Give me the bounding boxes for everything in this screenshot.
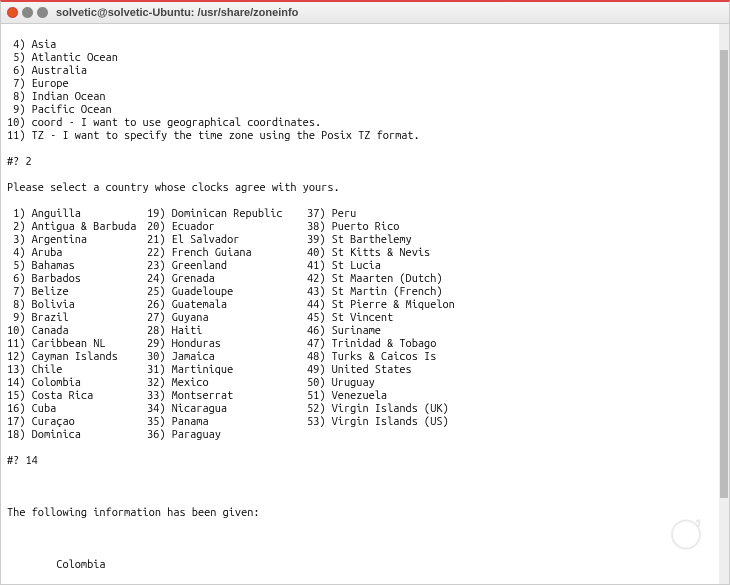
watermark-icon [624, 494, 711, 574]
country-row: 14) Colombia32) Mexico50) Uruguay [7, 377, 723, 390]
output-line: #? 14 [7, 455, 723, 468]
country-row: 18) Dominica36) Paraguay [7, 429, 723, 442]
country-cell: 12) Cayman Islands [7, 351, 147, 364]
country-cell: 7) Belize [7, 286, 147, 299]
country-row: 13) Chile31) Martinique49) United States [7, 364, 723, 377]
country-cell: 28) Haiti [147, 325, 307, 338]
country-cell: 47) Trinidad & Tobago [307, 338, 723, 351]
country-cell: 18) Dominica [7, 429, 147, 442]
country-cell: 11) Caribbean NL [7, 338, 147, 351]
country-row: 6) Barbados24) Grenada42) St Maarten (Du… [7, 273, 723, 286]
terminal-body[interactable]: 4) Asia 5) Atlantic Ocean 6) Australia 7… [1, 24, 729, 584]
country-cell: 2) Antigua & Barbuda [7, 221, 147, 234]
country-cell: 24) Grenada [147, 273, 307, 286]
country-cell: 4) Aruba [7, 247, 147, 260]
country-cell: 10) Canada [7, 325, 147, 338]
country-cell: 6) Barbados [7, 273, 147, 286]
country-cell: 36) Paraguay [147, 429, 307, 442]
country-cell: 37) Peru [307, 208, 723, 221]
country-cell: 50) Uruguay [307, 377, 723, 390]
country-cell: 1) Anguilla [7, 208, 147, 221]
country-cell [307, 429, 723, 442]
country-cell: 19) Dominican Republic [147, 208, 307, 221]
country-cell: 40) St Kitts & Nevis [307, 247, 723, 260]
country-cell: 21) El Salvador [147, 234, 307, 247]
country-cell: 39) St Barthelemy [307, 234, 723, 247]
country-cell: 17) Curaçao [7, 416, 147, 429]
country-row: 5) Bahamas23) Greenland41) St Lucia [7, 260, 723, 273]
output-line: The following information has been given… [7, 507, 723, 520]
country-cell: 32) Mexico [147, 377, 307, 390]
country-cell: 5) Bahamas [7, 260, 147, 273]
country-cell: 16) Cuba [7, 403, 147, 416]
close-icon[interactable] [7, 7, 18, 18]
scrollbar[interactable] [719, 24, 729, 584]
country-row: 2) Antigua & Barbuda20) Ecuador38) Puert… [7, 221, 723, 234]
output-line: 9) Pacific Ocean [7, 104, 723, 117]
output-line: 10) coord - I want to use geographical c… [7, 117, 723, 130]
output-line: 4) Asia [7, 39, 723, 52]
country-cell: 52) Virgin Islands (UK) [307, 403, 723, 416]
country-cell: 8) Bolivia [7, 299, 147, 312]
country-cell: 9) Brazil [7, 312, 147, 325]
country-cell: 25) Guadeloupe [147, 286, 307, 299]
country-row: 1) Anguilla19) Dominican Republic37) Per… [7, 208, 723, 221]
country-row: 10) Canada28) Haiti46) Suriname [7, 325, 723, 338]
output-line: Please select a country whose clocks agr… [7, 182, 723, 195]
country-row: 11) Caribbean NL29) Honduras47) Trinidad… [7, 338, 723, 351]
output-line: #? 2 [7, 156, 723, 169]
output-line: 11) TZ - I want to specify the time zone… [7, 130, 723, 143]
country-row: 4) Aruba22) French Guiana40) St Kitts & … [7, 247, 723, 260]
country-cell: 26) Guatemala [147, 299, 307, 312]
country-cell: 20) Ecuador [147, 221, 307, 234]
blank-line [7, 533, 723, 546]
country-cell: 30) Jamaica [147, 351, 307, 364]
country-cell: 41) St Lucia [307, 260, 723, 273]
output-line: 8) Indian Ocean [7, 91, 723, 104]
country-cell: 46) Suriname [307, 325, 723, 338]
country-cell: 15) Costa Rica [7, 390, 147, 403]
country-cell: 27) Guyana [147, 312, 307, 325]
country-cell: 44) St Pierre & Miquelon [307, 299, 723, 312]
country-cell: 34) Nicaragua [147, 403, 307, 416]
maximize-icon[interactable] [37, 7, 48, 18]
country-row: 12) Cayman Islands30) Jamaica48) Turks &… [7, 351, 723, 364]
output-line: 6) Australia [7, 65, 723, 78]
minimize-icon[interactable] [22, 7, 33, 18]
output-line: 7) Europe [7, 78, 723, 91]
country-cell: 13) Chile [7, 364, 147, 377]
country-cell: 42) St Maarten (Dutch) [307, 273, 723, 286]
country-row: 7) Belize25) Guadeloupe43) St Martin (Fr… [7, 286, 723, 299]
country-cell: 14) Colombia [7, 377, 147, 390]
country-cell: 48) Turks & Caicos Is [307, 351, 723, 364]
country-cell: 31) Martinique [147, 364, 307, 377]
country-row: 9) Brazil27) Guyana45) St Vincent [7, 312, 723, 325]
country-row: 3) Argentina21) El Salvador39) St Barthe… [7, 234, 723, 247]
country-cell: 23) Greenland [147, 260, 307, 273]
country-cell: 38) Puerto Rico [307, 221, 723, 234]
window-buttons [7, 7, 48, 18]
scrollbar-thumb[interactable] [720, 50, 728, 498]
country-cell: 45) St Vincent [307, 312, 723, 325]
country-row: 17) Curaçao35) Panama53) Virgin Islands … [7, 416, 723, 429]
country-cell: 3) Argentina [7, 234, 147, 247]
terminal-window: solvetic@solvetic-Ubuntu: /usr/share/zon… [0, 0, 730, 585]
country-cell: 49) United States [307, 364, 723, 377]
country-cell: 35) Panama [147, 416, 307, 429]
blank-line [7, 481, 723, 494]
country-cell: 33) Montserrat [147, 390, 307, 403]
country-cell: 53) Virgin Islands (US) [307, 416, 723, 429]
country-cell: 51) Venezuela [307, 390, 723, 403]
country-row: 15) Costa Rica33) Montserrat51) Venezuel… [7, 390, 723, 403]
titlebar: solvetic@solvetic-Ubuntu: /usr/share/zon… [1, 2, 729, 24]
output-line: Colombia [7, 559, 723, 572]
country-cell: 29) Honduras [147, 338, 307, 351]
country-row: 8) Bolivia26) Guatemala44) St Pierre & M… [7, 299, 723, 312]
output-line: 5) Atlantic Ocean [7, 52, 723, 65]
country-cell: 22) French Guiana [147, 247, 307, 260]
country-cell: 43) St Martin (French) [307, 286, 723, 299]
window-title: solvetic@solvetic-Ubuntu: /usr/share/zon… [56, 7, 298, 19]
country-row: 16) Cuba34) Nicaragua52) Virgin Islands … [7, 403, 723, 416]
